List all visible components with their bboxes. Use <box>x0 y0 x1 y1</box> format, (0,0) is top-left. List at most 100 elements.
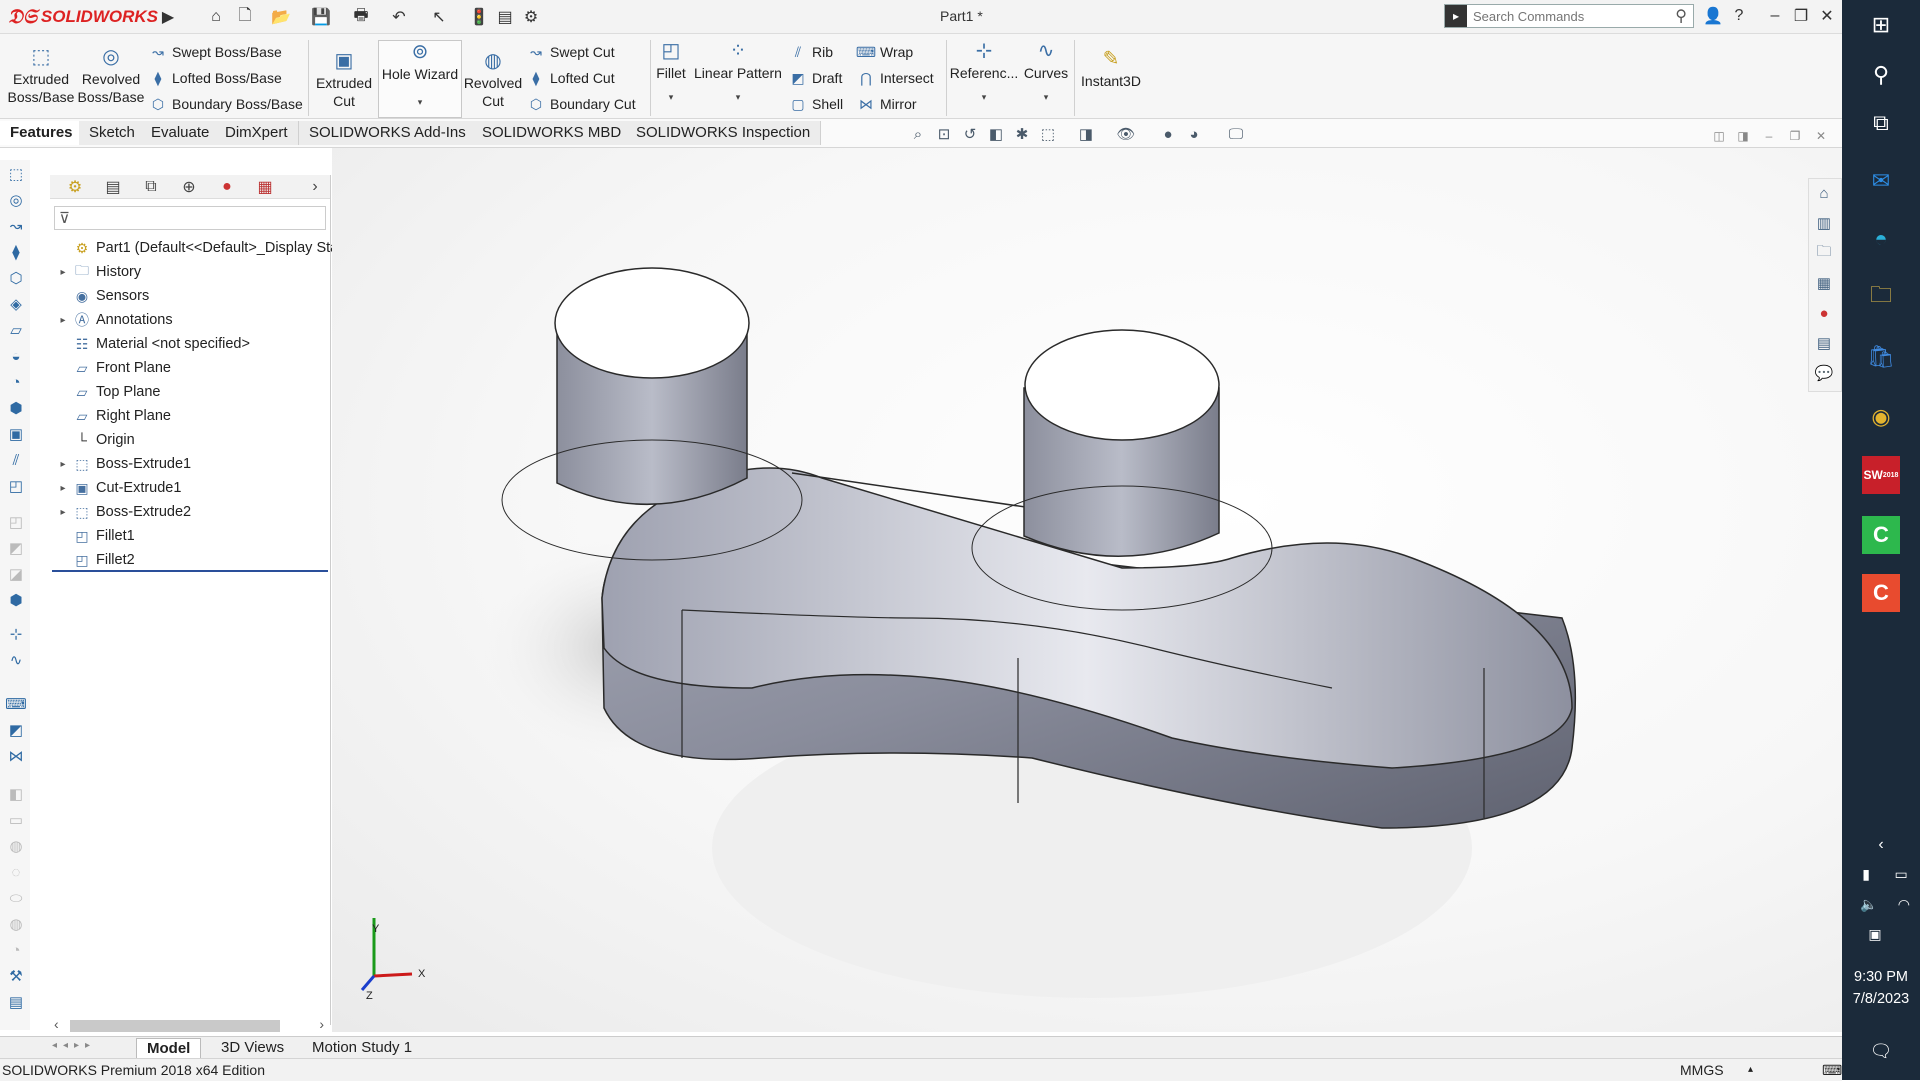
cut-shortcut-icon[interactable]: ▣ <box>6 424 26 444</box>
open-folder-icon[interactable]: 📂 <box>270 6 292 28</box>
solidworks-logo[interactable]: 𝔇𝔖 SOLIDWORKS <box>8 4 158 30</box>
tab-evaluate[interactable]: Evaluate <box>141 121 221 145</box>
tree-item-front-plane[interactable]: ▱ Front Plane <box>54 356 171 380</box>
scroll-left-icon[interactable]: ‹ <box>54 1016 59 1032</box>
restore-icon[interactable]: ❐ <box>1788 4 1814 28</box>
battery-icon[interactable]: ▭ <box>1894 866 1907 886</box>
section-view-icon[interactable]: ◧ <box>986 124 1006 144</box>
dome-shortcut-icon[interactable]: ◒ <box>6 346 26 366</box>
minimize-icon[interactable]: – <box>1762 4 1788 28</box>
rollback-bar[interactable] <box>52 570 328 572</box>
camtasia-red-icon[interactable]: C <box>1862 574 1900 612</box>
tab-sketch[interactable]: Sketch <box>79 121 146 145</box>
mass-properties-icon[interactable]: ▤ <box>6 992 26 1012</box>
lofted-cut-button[interactable]: ⧫ Lofted Cut <box>528 67 615 89</box>
graphics-area[interactable]: Y X Z <box>332 148 1842 1032</box>
hole-wizard-button[interactable]: ⊚ Hole Wizard ▾ <box>378 40 462 118</box>
tree-item-boss-extrude2[interactable]: ▸ ⬚ Boss-Extrude2 <box>54 500 191 524</box>
tab-add-ins[interactable]: SOLIDWORKS Add-Ins <box>299 121 477 145</box>
shell-button[interactable]: ▢ Shell <box>790 93 843 115</box>
tab-features[interactable]: Features <box>0 121 84 145</box>
forum-icon[interactable]: 💬 <box>1813 362 1835 384</box>
rib-shortcut-icon[interactable]: ⫽ <box>6 450 26 470</box>
previous-view-icon[interactable]: ↺ <box>960 124 980 144</box>
tab-inspection[interactable]: SOLIDWORKS Inspection <box>626 121 822 145</box>
dimxpert-manager-tab-icon[interactable]: ⊕ <box>174 176 204 198</box>
tree-root-part[interactable]: ⚙ Part1 (Default<<Default>_Display Sta <box>54 236 338 260</box>
tree-item-history[interactable]: ▸ 🗀 History <box>54 260 141 284</box>
viewport-minimize-icon[interactable]: – <box>1760 128 1778 144</box>
menu-expand-icon[interactable]: ▶ <box>157 6 179 28</box>
reference-geometry-button[interactable]: ⊹ Referenc... ▾ <box>950 40 1018 106</box>
revolve-shortcut-icon[interactable]: ◎ <box>6 190 26 210</box>
task-view-icon[interactable]: ⧉ <box>1862 104 1900 142</box>
extrude-shortcut-icon[interactable]: ⬚ <box>6 164 26 184</box>
lofted-boss-button[interactable]: ⧫ Lofted Boss/Base <box>150 67 282 89</box>
status-help-icon[interactable]: ⌨ <box>1822 1059 1842 1081</box>
tree-item-origin[interactable]: └ Origin <box>54 428 135 452</box>
viewport-restore-icon[interactable]: ❐ <box>1786 128 1804 144</box>
revolved-cut-button[interactable]: ◍ Revolved Cut <box>463 50 523 110</box>
hole-wizard-dropdown-icon[interactable]: ▾ <box>418 93 423 111</box>
draft-button[interactable]: ◩ Draft <box>790 67 842 89</box>
mail-icon[interactable]: ✉ <box>1862 162 1900 200</box>
tree-item-right-plane[interactable]: ▱ Right Plane <box>54 404 171 428</box>
measure-shortcut-icon[interactable]: ⚒ <box>6 966 26 986</box>
plane-shortcut-icon[interactable]: ▱ <box>6 320 26 340</box>
reference-dropdown-icon[interactable]: ▾ <box>982 88 987 106</box>
linear-pattern-dropdown-icon[interactable]: ▾ <box>736 88 741 106</box>
tab-dimxpert[interactable]: DimXpert <box>215 121 299 145</box>
print-icon[interactable]: 🖶 <box>350 6 372 28</box>
boundary-boss-button[interactable]: ⬡ Boundary Boss/Base <box>150 93 303 115</box>
meet-now-icon[interactable]: ▣ <box>1850 926 1900 946</box>
mirror-shortcut-icon[interactable]: ⋈ <box>6 746 26 766</box>
viewport-close-icon[interactable]: ✕ <box>1812 128 1830 144</box>
wifi-icon[interactable]: ◠ <box>1898 896 1910 916</box>
tree-item-top-plane[interactable]: ▱ Top Plane <box>54 380 161 404</box>
shape-shortcut-icon[interactable]: ◔ <box>6 372 26 392</box>
tree-item-annotations[interactable]: ▸ Ⓐ Annotations <box>54 308 172 332</box>
dynamic-annotation-icon[interactable]: ✱ <box>1012 124 1032 144</box>
volume-icon[interactable]: 🔈 <box>1860 896 1877 916</box>
expand-arrow-icon[interactable]: ▸ <box>54 507 72 518</box>
draft-shortcut-icon[interactable]: ◩ <box>6 720 26 740</box>
curves-shortcut-icon[interactable]: ∿ <box>6 650 26 670</box>
thicken-shortcut-icon[interactable]: ◈ <box>6 294 26 314</box>
tree-item-fillet1[interactable]: ◰ Fillet1 <box>54 524 134 548</box>
search-input[interactable] <box>1467 7 1645 25</box>
new-document-icon[interactable]: 🗋 <box>234 6 256 28</box>
display-style-icon[interactable]: ◨ <box>1076 124 1096 144</box>
file-properties-icon[interactable]: ▤ <box>494 6 516 28</box>
expand-arrow-icon[interactable]: ▸ <box>54 483 72 494</box>
solidworks-taskbar-icon[interactable]: SW 2018 <box>1862 456 1900 494</box>
view-palette-icon[interactable]: ▦ <box>1813 272 1835 294</box>
chrome-icon[interactable]: ◉ <box>1862 398 1900 436</box>
tree-item-sensors[interactable]: ◉ Sensors <box>54 284 149 308</box>
revolved-boss-button[interactable]: ◎ Revolved Boss/Base <box>78 46 145 106</box>
wrap-button[interactable]: ⌨ Wrap <box>856 41 913 63</box>
tab-model[interactable]: Model <box>136 1038 202 1059</box>
tree-item-boss-extrude1[interactable]: ▸ ⬚ Boss-Extrude1 <box>54 452 191 476</box>
tab-mbd[interactable]: SOLIDWORKS MBD <box>472 121 633 145</box>
intersect-button[interactable]: ⋂ Intersect <box>858 67 933 89</box>
zoom-to-area-icon[interactable]: ⊡ <box>934 124 954 144</box>
appearances-icon[interactable]: ● <box>1813 302 1835 324</box>
show-hidden-icons-icon[interactable]: ‹ <box>1862 826 1900 864</box>
apply-scene-icon[interactable]: ◕ <box>1184 124 1204 144</box>
edit-appearance-icon[interactable]: ● <box>1158 124 1178 144</box>
tree-filter-field[interactable]: ⊽ <box>54 206 326 230</box>
extruded-cut-button[interactable]: ▣ Extruded Cut <box>313 50 375 110</box>
rib-button[interactable]: ⫽ Rib <box>790 41 833 63</box>
unit-dropdown-icon[interactable]: ▴ <box>1748 1059 1753 1081</box>
design-library-icon[interactable]: ▥ <box>1813 212 1835 234</box>
home-icon[interactable]: ⌂ <box>205 6 227 28</box>
view-orientation-icon[interactable]: ⬚ <box>1038 124 1058 144</box>
tab-3d-views[interactable]: 3D Views <box>211 1038 294 1058</box>
tree-item-material[interactable]: ☷ Material <not specified> <box>54 332 250 356</box>
swept-cut-button[interactable]: ↝ Swept Cut <box>528 41 614 63</box>
search-commands-box[interactable]: ▸ ⚲ <box>1444 4 1694 28</box>
fillet-shortcut-icon[interactable]: ◰ <box>6 476 26 496</box>
options-gear-icon[interactable]: ⚙ <box>520 6 542 28</box>
expand-arrow-icon[interactable]: ▸ <box>54 459 72 470</box>
curves-dropdown-icon[interactable]: ▾ <box>1044 88 1049 106</box>
